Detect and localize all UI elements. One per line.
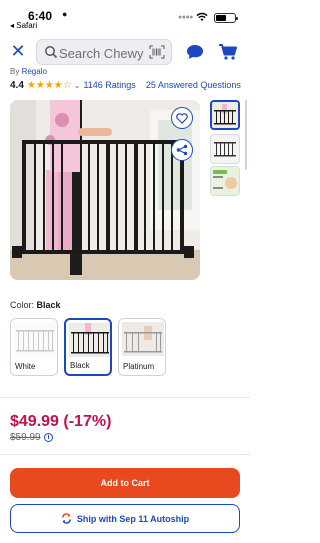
star-rating-icon: ★★★★☆ — [26, 79, 72, 91]
chevron-down-icon[interactable]: ⌄ — [74, 81, 81, 90]
thumbnail-image — [211, 167, 239, 195]
status-bar: 6:40 ● ◂ Safari ●●●● — [0, 0, 250, 34]
color-option-label: Black — [70, 361, 90, 370]
battery-icon — [214, 13, 238, 23]
thumbnail-image — [212, 102, 238, 128]
divider — [0, 454, 250, 455]
barcode-scan-icon[interactable] — [149, 45, 165, 59]
rating-row: 4.4 ★★★★☆ ⌄ 1146 Ratings 25 Answered Que… — [10, 79, 241, 91]
color-label: Color: Black — [10, 300, 61, 310]
white-gate-image — [14, 322, 56, 356]
autoship-button[interactable]: Ship with Sep 11 Autoship — [10, 504, 240, 533]
cart-icon[interactable] — [218, 43, 238, 61]
favorite-button[interactable] — [171, 107, 193, 129]
search-icon — [45, 46, 58, 59]
color-option-white[interactable]: White — [10, 318, 58, 376]
platinum-gate-image — [122, 322, 164, 356]
autoship-icon — [62, 513, 71, 524]
thumbnail-3[interactable] — [210, 166, 240, 196]
ratings-count-link[interactable]: 1146 Ratings — [83, 80, 135, 90]
thumbnail-scrollbar[interactable] — [245, 100, 247, 170]
product-image[interactable] — [10, 100, 200, 280]
color-option-label: White — [15, 362, 36, 371]
selected-color: Black — [36, 300, 61, 310]
share-button[interactable] — [171, 139, 193, 161]
divider — [0, 397, 250, 398]
answered-questions-link[interactable]: 25 Answered Questions — [146, 80, 241, 90]
wifi-icon — [196, 12, 208, 21]
search-bar[interactable] — [36, 39, 172, 65]
color-label-text: Color: — [10, 300, 35, 310]
close-icon[interactable]: ✕ — [10, 42, 26, 60]
thumbnail-image — [211, 135, 239, 163]
color-option-label: Platinum — [123, 362, 155, 371]
heart-icon — [176, 112, 188, 124]
autoship-label: Ship with Sep 11 Autoship — [76, 513, 190, 524]
color-option-platinum[interactable]: Platinum — [118, 318, 166, 376]
thumbnail-1[interactable] — [210, 100, 240, 130]
share-icon — [176, 144, 188, 156]
brand-prefix: By — [10, 67, 20, 76]
add-to-cart-button[interactable]: Add to Cart — [10, 468, 240, 498]
back-to-app-link[interactable]: ◂ Safari — [10, 21, 37, 30]
brand-line: By Regalo — [10, 67, 47, 76]
chat-icon[interactable] — [186, 44, 204, 60]
app-header: ✕ — [0, 36, 250, 68]
thumbnail-2[interactable] — [210, 134, 240, 164]
search-input[interactable] — [59, 44, 147, 62]
info-icon[interactable]: i — [44, 433, 53, 442]
rating-value: 4.4 — [10, 79, 24, 91]
was-price: $59.99 — [10, 432, 41, 443]
color-option-black[interactable]: Black — [64, 318, 112, 376]
price: $49.99 (-17%) — [10, 413, 112, 430]
black-gate-image — [69, 323, 110, 357]
baby-gate-illustration — [10, 100, 200, 280]
brand-link[interactable]: Regalo — [22, 67, 47, 76]
signal-icon: ●●●● — [178, 14, 193, 21]
person-icon: ● — [62, 9, 68, 19]
